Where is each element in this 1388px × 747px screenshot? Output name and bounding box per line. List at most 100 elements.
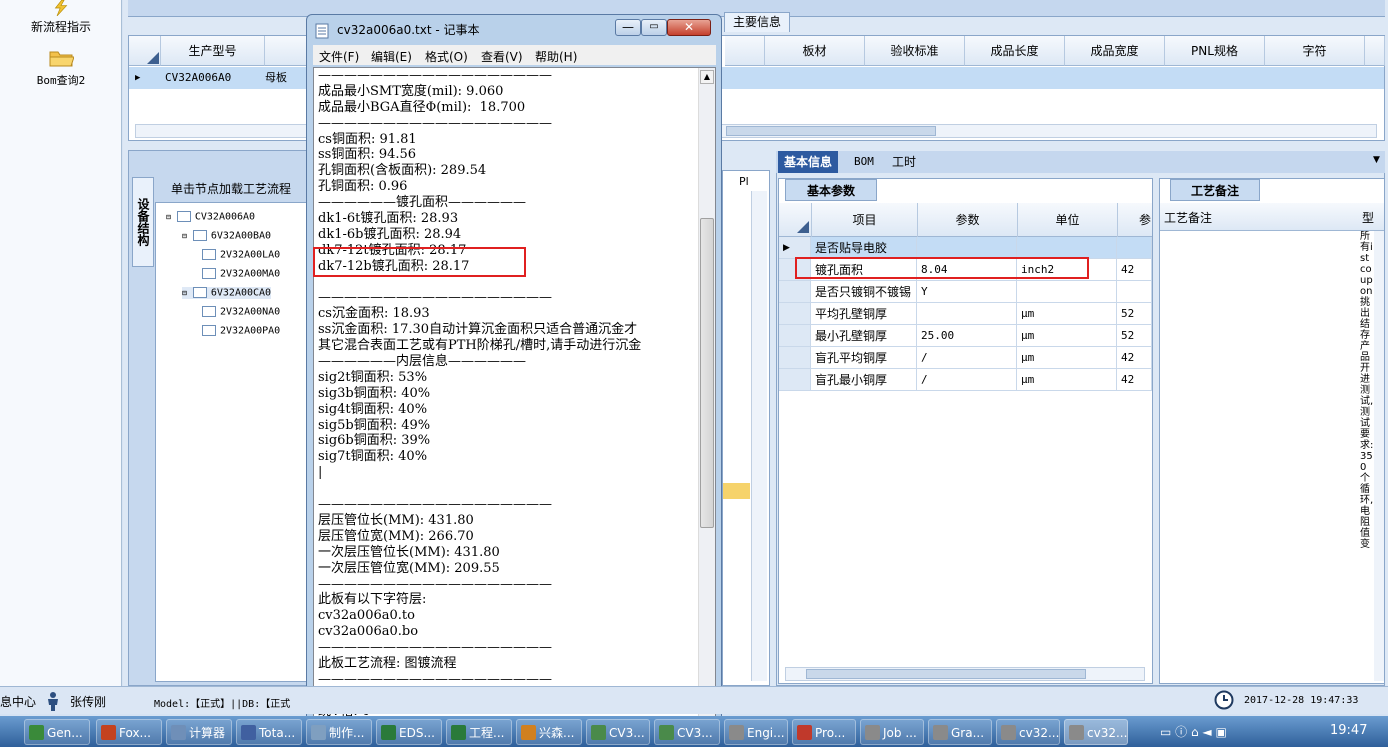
- menu-file[interactable]: 文件(F): [319, 48, 359, 65]
- vertical-scrollbar[interactable]: [1374, 231, 1384, 681]
- cell-extra[interactable]: [1117, 281, 1152, 303]
- scroll-thumb[interactable]: [700, 218, 714, 528]
- cell-unit[interactable]: [1017, 281, 1117, 303]
- cell-unit[interactable]: μm: [1017, 347, 1117, 369]
- taskbar-button[interactable]: 工程...: [446, 719, 512, 745]
- tree-node[interactable]: ⊟ CV32A006A0: [166, 211, 255, 223]
- minimize-button[interactable]: —: [615, 19, 641, 36]
- row-header[interactable]: ▶: [779, 237, 811, 259]
- close-button[interactable]: ✕: [667, 19, 711, 36]
- taskbar-button[interactable]: 制作...: [306, 719, 372, 745]
- col-header-unit[interactable]: 单位: [1017, 203, 1117, 237]
- notepad-line: ss铜面积: 94.56: [318, 147, 417, 163]
- col-header-blank[interactable]: [725, 36, 765, 66]
- cell-item[interactable]: 最小孔壁铜厚: [811, 325, 917, 347]
- cell-extra[interactable]: 42: [1117, 259, 1152, 281]
- tray-icons[interactable]: ▭ ⓘ ⌂ ◄ ▣: [1160, 723, 1227, 740]
- cell-item[interactable]: 平均孔壁铜厚: [811, 303, 917, 325]
- tree-node[interactable]: 2V32A00MA0: [202, 268, 280, 280]
- menu-format[interactable]: 格式(O): [425, 48, 468, 65]
- table-row[interactable]: 是否只镀铜不镀锡 Y: [779, 281, 1152, 303]
- col-header-extra[interactable]: 参: [1117, 203, 1151, 237]
- table-row[interactable]: 盲孔最小铜厚 / μm 42: [779, 369, 1152, 391]
- cell-unit[interactable]: [1017, 237, 1117, 259]
- col-header-model[interactable]: 生产型号: [161, 36, 265, 66]
- cell-value[interactable]: [917, 303, 1017, 325]
- table-row[interactable]: 盲孔平均铜厚 / μm 42: [779, 347, 1152, 369]
- col-header-width[interactable]: 成品宽度: [1065, 36, 1165, 66]
- cell-item[interactable]: 盲孔平均铜厚: [811, 347, 917, 369]
- horizontal-scrollbar[interactable]: [785, 667, 1145, 681]
- tree-node[interactable]: ⊟ 6V32A00CA0: [182, 287, 272, 299]
- table-row[interactable]: 最小孔壁铜厚 25.00 μm 52: [779, 325, 1152, 347]
- taskbar-button[interactable]: CV3...: [654, 719, 720, 745]
- cell-extra[interactable]: 52: [1117, 325, 1152, 347]
- taskbar-button[interactable]: Pro...: [792, 719, 856, 745]
- taskbar-button[interactable]: 计算器: [166, 719, 232, 745]
- col-header-pnl[interactable]: PNL规格: [1165, 36, 1265, 66]
- cell-item[interactable]: 是否只镀铜不镀锡: [811, 281, 917, 303]
- row-header[interactable]: [779, 347, 811, 369]
- taskbar-button[interactable]: Gra...: [928, 719, 992, 745]
- cell-value[interactable]: Y: [917, 281, 1017, 303]
- notepad-vertical-scrollbar[interactable]: ▲ ▼: [698, 68, 715, 716]
- taskbar-button[interactable]: 兴森...: [516, 719, 582, 745]
- nav-item-new-process[interactable]: 新流程指示: [0, 0, 122, 35]
- tab-basic-info[interactable]: 基本信息: [778, 151, 839, 173]
- cell-item[interactable]: 盲孔最小铜厚: [811, 369, 917, 391]
- row-header[interactable]: [779, 281, 811, 303]
- col-header-length[interactable]: 成品长度: [965, 36, 1065, 66]
- row-header[interactable]: [779, 369, 811, 391]
- vertical-scrollbar[interactable]: [751, 191, 767, 681]
- cell-value[interactable]: 25.00: [917, 325, 1017, 347]
- cell-value[interactable]: [917, 237, 1017, 259]
- table-row[interactable]: 平均孔壁铜厚 μm 52: [779, 303, 1152, 325]
- cell-extra[interactable]: 52: [1117, 303, 1152, 325]
- cell-extra[interactable]: [1117, 237, 1152, 259]
- col-header-char[interactable]: 字符: [1265, 36, 1365, 66]
- col-header-value[interactable]: 参数: [917, 203, 1017, 237]
- col-header-notes[interactable]: 工艺备注: [1164, 209, 1212, 226]
- notepad-text-area[interactable]: —————————————————— 成品最小SMT宽度(mil): 9.060 成…: [313, 67, 716, 717]
- col-header-blank[interactable]: [265, 36, 307, 66]
- menu-edit[interactable]: 编辑(E): [371, 48, 412, 65]
- tab-work-hours[interactable]: 工时: [886, 151, 922, 173]
- taskbar-button[interactable]: Tota...: [236, 719, 302, 745]
- taskbar-button[interactable]: Job ...: [860, 719, 924, 745]
- cell-unit[interactable]: μm: [1017, 369, 1117, 391]
- taskbar-clock[interactable]: 19:47: [1330, 723, 1367, 738]
- taskbar-button[interactable]: Gen...: [24, 719, 90, 745]
- tab-bom[interactable]: BOM: [848, 151, 880, 173]
- cell-item[interactable]: 是否贴导电胶: [811, 237, 917, 259]
- row-header[interactable]: [779, 303, 811, 325]
- col-header-standard[interactable]: 验收标准: [865, 36, 965, 66]
- tab-main-info[interactable]: 主要信息: [724, 12, 790, 32]
- side-tab-device-structure[interactable]: 设备结构: [132, 177, 154, 267]
- cell-value[interactable]: /: [917, 347, 1017, 369]
- taskbar-button[interactable]: cv32...: [996, 719, 1060, 745]
- maximize-button[interactable]: ▭: [641, 19, 667, 36]
- taskbar-button[interactable]: Engi...: [724, 719, 788, 745]
- taskbar-button[interactable]: Fox...: [96, 719, 162, 745]
- tree-node[interactable]: 2V32A00PA0: [202, 325, 280, 337]
- cell-extra[interactable]: 42: [1117, 347, 1152, 369]
- col-header-board[interactable]: 板材: [765, 36, 865, 66]
- tree-node[interactable]: 2V32A00LA0: [202, 249, 280, 261]
- taskbar-button[interactable]: EDS...: [376, 719, 442, 745]
- col-header-type[interactable]: 型: [1362, 209, 1374, 226]
- tree-node[interactable]: ⊟ 6V32A00BA0: [182, 230, 271, 242]
- taskbar-button[interactable]: cv32...: [1064, 719, 1128, 745]
- nav-item-bom-query[interactable]: Bom查询2: [0, 44, 122, 88]
- taskbar-button[interactable]: CV3...: [586, 719, 650, 745]
- cell-value[interactable]: /: [917, 369, 1017, 391]
- row-header[interactable]: [779, 325, 811, 347]
- cell-unit[interactable]: μm: [1017, 325, 1117, 347]
- dropdown-arrow-icon[interactable]: ▼: [1373, 155, 1380, 165]
- col-header-item[interactable]: 项目: [811, 203, 917, 237]
- menu-view[interactable]: 查看(V): [481, 48, 523, 65]
- tree-node[interactable]: 2V32A00NA0: [202, 306, 280, 318]
- cell-extra[interactable]: 42: [1117, 369, 1152, 391]
- menu-help[interactable]: 帮助(H): [535, 48, 577, 65]
- table-row[interactable]: ▶ 是否贴导电胶: [779, 237, 1152, 259]
- cell-unit[interactable]: μm: [1017, 303, 1117, 325]
